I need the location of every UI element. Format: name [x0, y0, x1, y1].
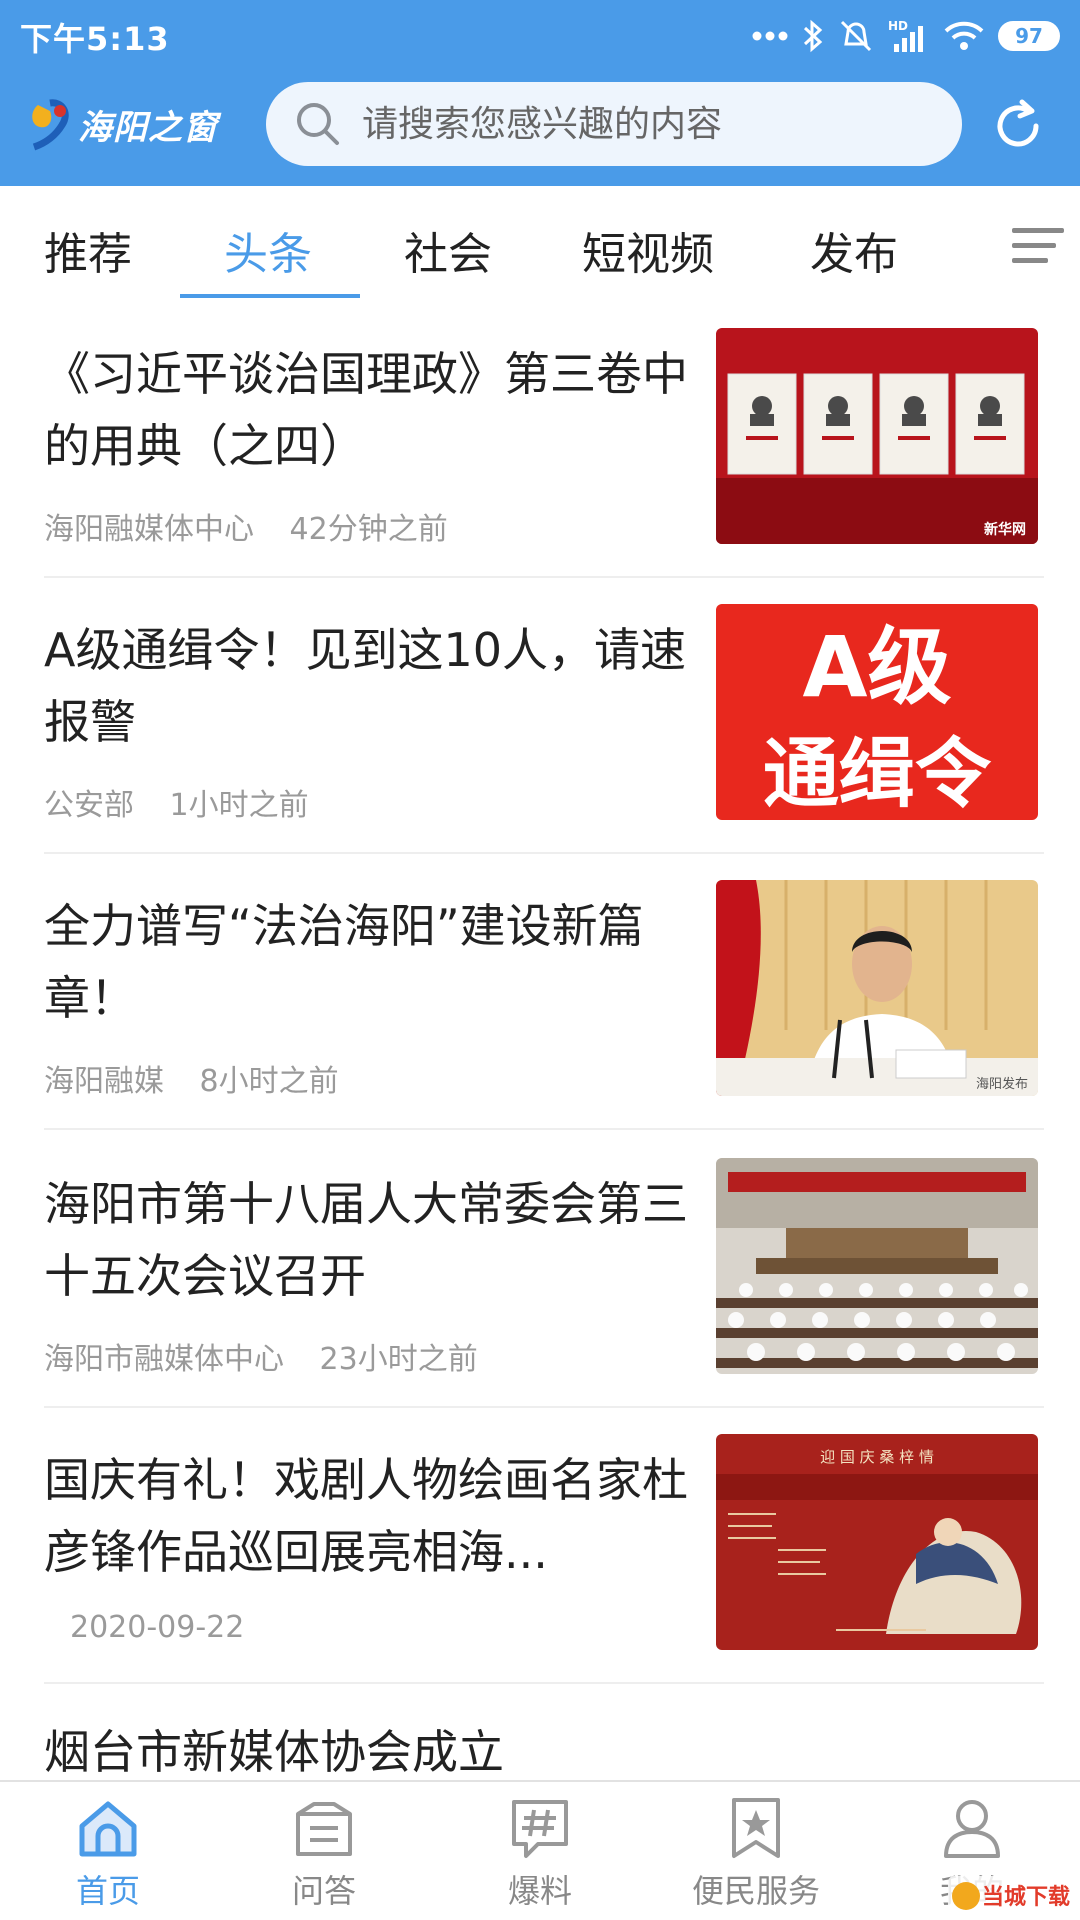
tab-headlines[interactable]: 头条: [224, 218, 312, 282]
tab-society[interactable]: 社会: [404, 218, 492, 282]
news-source: 海阳融媒体中心: [44, 512, 254, 547]
divider: [44, 576, 1044, 578]
menu-icon[interactable]: [1004, 220, 1068, 270]
news-time: 8小时之前: [199, 1064, 339, 1099]
meeting-hall-image: [716, 1158, 1038, 1374]
nav-label: 便民服务: [691, 1872, 820, 1910]
search-icon: [297, 103, 339, 145]
news-title: 海阳市第十八届人大常委会第三十五次会议召开: [44, 1177, 688, 1303]
tab-publish[interactable]: 发布: [810, 218, 898, 282]
news-item[interactable]: 烟台市新媒体协会成立: [0, 1710, 1080, 1780]
news-thumbnail: A级 通缉令: [716, 604, 1038, 820]
news-item[interactable]: 海阳市第十八届人大常委会第三十五次会议召开 海阳市融媒体中心 23小时之前: [0, 1158, 1080, 1436]
news-source: 公安部: [44, 788, 134, 823]
nav-label: 问答: [291, 1872, 356, 1910]
divider: [44, 852, 1044, 854]
app-name: 海阳之窗: [78, 107, 218, 148]
divider: [44, 1406, 1044, 1408]
news-thumbnail: [716, 1158, 1038, 1374]
news-item[interactable]: A级通缉令！见到这10人，请速报警 公安部 1小时之前 A级 通缉令: [0, 604, 1080, 882]
app-logo[interactable]: 海阳之窗: [28, 96, 218, 152]
exhibition-poster-image: 迎 国 庆 桑 梓 情: [716, 1434, 1038, 1650]
thumb-watermark: 新华网: [984, 521, 1026, 538]
news-meta: 2020-09-22: [70, 1610, 270, 1645]
news-item[interactable]: 《习近平谈治国理政》第三卷中的用典（之四） 海阳融媒体中心 42分钟之前 新华网: [0, 328, 1080, 606]
news-item[interactable]: 国庆有礼！戏剧人物绘画名家杜彦锋作品巡回展亮相海... 2020-09-22 迎…: [0, 1434, 1080, 1712]
search-input[interactable]: [362, 103, 942, 145]
app-header: 下午5:13 HD 97 海阳之窗: [0, 0, 1080, 186]
news-meta: 海阳市融媒体中心 23小时之前: [44, 1334, 504, 1378]
nav-label: 爆料: [507, 1872, 572, 1910]
star-bookmark-icon: [732, 1798, 780, 1858]
signal-icon: HD: [888, 19, 923, 52]
thumb-banner-text: 迎 国 庆 桑 梓 情: [820, 1448, 934, 1466]
thumb-line1: A级: [802, 618, 951, 716]
tab-short-video[interactable]: 短视频: [582, 218, 714, 282]
site-watermark-logo: 当城下载: [948, 1876, 1076, 1916]
news-meta: 公安部 1小时之前: [44, 780, 335, 824]
speaker-photo-image: 海阳发布: [716, 880, 1038, 1096]
news-thumbnail: 迎 国 庆 桑 梓 情: [716, 1434, 1038, 1650]
book-covers-image: 新华网: [716, 328, 1038, 544]
svg-text:HD: HD: [888, 19, 908, 33]
wifi-icon: [944, 21, 984, 50]
news-source: 海阳市融媒体中心: [44, 1342, 284, 1377]
news-title: A级通缉令！见到这10人，请速报警: [44, 623, 687, 749]
thumb-line2: 通缉令: [763, 729, 992, 818]
category-tabs: 推荐 头条 社会 短视频 发布: [0, 186, 1080, 300]
news-time: 42分钟之前: [289, 512, 448, 547]
search-bar[interactable]: [266, 82, 962, 166]
news-title: 全力谱写“法治海阳”建设新篇章！: [44, 899, 644, 1025]
news-time: 23小时之前: [319, 1342, 478, 1377]
status-icons: HD 97: [752, 14, 1060, 58]
mute-alarm-icon: [840, 20, 872, 52]
watermark-text: 当城下载: [982, 1884, 1070, 1910]
hashtag-icon: [512, 1800, 568, 1858]
nav-label: 首页: [75, 1872, 140, 1910]
nav-tipoff[interactable]: 爆料: [432, 1782, 648, 1920]
qa-icon: [296, 1802, 352, 1856]
news-date: 2020-09-22: [70, 1610, 245, 1645]
nav-home[interactable]: 首页: [0, 1782, 216, 1920]
tab-recommend[interactable]: 推荐: [44, 218, 132, 282]
news-title: 《习近平谈治国理政》第三卷中的用典（之四）: [44, 347, 688, 473]
thumb-watermark: 海阳发布: [976, 1076, 1028, 1092]
news-source: 海阳融媒: [44, 1064, 164, 1099]
news-thumbnail: 海阳发布: [716, 880, 1038, 1096]
news-time: 1小时之前: [169, 788, 309, 823]
wanted-notice-image: A级 通缉令: [716, 604, 1038, 820]
news-thumbnail: 新华网: [716, 328, 1038, 544]
status-time: 下午5:13: [20, 20, 170, 58]
news-title: 烟台市新媒体协会成立: [44, 1725, 504, 1779]
divider: [44, 1128, 1044, 1130]
refresh-icon[interactable]: [990, 98, 1046, 154]
bottom-navigation: 首页 问答 爆料 便民服务 我的: [0, 1780, 1080, 1920]
active-tab-indicator: [180, 294, 360, 298]
more-dots-icon: [752, 31, 788, 41]
battery-indicator: 97: [998, 21, 1060, 51]
news-meta: 海阳融媒 8小时之前: [44, 1056, 365, 1100]
nav-services[interactable]: 便民服务: [648, 1782, 864, 1920]
user-icon: [944, 1800, 1000, 1858]
divider: [44, 1682, 1044, 1684]
bluetooth-icon: [803, 19, 823, 53]
status-bar: 下午5:13 HD 97: [0, 0, 1080, 72]
nav-qa[interactable]: 问答: [216, 1782, 432, 1920]
news-title: 国庆有礼！戏剧人物绘画名家杜彦锋作品巡回展亮相海...: [44, 1453, 688, 1579]
home-icon: [79, 1801, 137, 1857]
news-meta: 海阳融媒体中心 42分钟之前: [44, 504, 474, 548]
news-item[interactable]: 全力谱写“法治海阳”建设新篇章！ 海阳融媒 8小时之前 海阳发布: [0, 880, 1080, 1158]
logo-mark-icon: [32, 99, 69, 151]
